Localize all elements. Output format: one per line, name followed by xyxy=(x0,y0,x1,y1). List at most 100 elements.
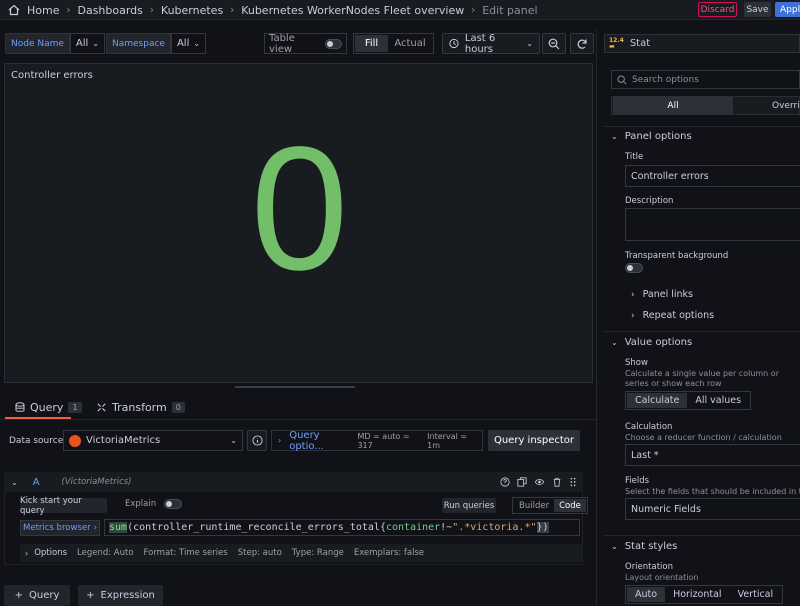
tab-transform[interactable]: Transform 0 xyxy=(96,401,185,414)
chevron-right-icon: › xyxy=(631,289,635,300)
visualization-picker[interactable]: 12.4 ▬ Stat xyxy=(604,34,800,53)
section-title: Panel options xyxy=(624,131,692,142)
panel-links-section[interactable]: › Panel links xyxy=(631,289,693,300)
chevron-right-icon: › xyxy=(149,4,154,16)
expr-label-value: ".*victoria.*" xyxy=(452,522,537,533)
fields-field-label: Fields xyxy=(625,476,650,486)
fill-actual-group: Fill Actual xyxy=(353,33,434,54)
save-button[interactable]: Save xyxy=(744,2,771,17)
repeat-options-section[interactable]: › Repeat options xyxy=(631,310,714,321)
calculation-field-description: Choose a reducer function / calculation xyxy=(625,433,782,442)
tab-overrides[interactable]: Overrides xyxy=(772,97,800,114)
help-circle-icon[interactable] xyxy=(500,477,510,487)
title-input[interactable]: Controller errors xyxy=(625,165,800,187)
kickstart-button[interactable]: Kick start your query xyxy=(20,496,107,516)
expr-function: sum xyxy=(109,522,128,533)
chevron-down-icon: ⌄ xyxy=(611,338,618,347)
builder-mode[interactable]: Builder xyxy=(514,499,554,512)
node-name-select[interactable]: All ⌄ xyxy=(69,33,106,54)
calculation-select[interactable]: Last * xyxy=(625,444,800,466)
orientation-horizontal[interactable]: Horizontal xyxy=(665,587,730,602)
query-ref-id[interactable]: A xyxy=(33,477,40,488)
title-field-label: Title xyxy=(625,152,644,162)
tab-all[interactable]: All xyxy=(613,97,733,114)
orientation-auto[interactable]: Auto xyxy=(627,587,666,602)
breadcrumb-dashboards[interactable]: Dashboards xyxy=(77,4,142,17)
time-picker[interactable]: Last 6 hours ⌄ xyxy=(442,33,540,55)
toggle-switch[interactable] xyxy=(625,263,643,273)
refresh-button[interactable] xyxy=(570,33,594,54)
stat-value: 0 xyxy=(250,111,349,307)
toggle-switch[interactable] xyxy=(164,499,183,509)
calculation-field-label: Calculation xyxy=(625,422,673,432)
query-expression-input[interactable]: sum(controller_runtime_reconcile_errors_… xyxy=(104,519,580,536)
show-field-label: Show xyxy=(625,358,648,368)
options-search-input[interactable]: Search options xyxy=(611,70,800,89)
divider xyxy=(604,331,800,332)
chevron-right-icon: › xyxy=(230,4,235,16)
table-view-toggle[interactable]: Table view xyxy=(264,33,347,55)
options-tabs: All Overrides xyxy=(611,96,800,115)
add-expression-button[interactable]: + Expression xyxy=(78,585,163,606)
select-value: All xyxy=(176,38,190,49)
add-query-button[interactable]: + Query xyxy=(4,585,70,606)
editor-mode-group: Builder Code xyxy=(512,497,588,514)
breadcrumb-dashboard[interactable]: Kubernetes WorkerNodes Fleet overview xyxy=(241,4,464,17)
options-step: Step: auto xyxy=(237,548,282,558)
discard-button[interactable]: Discard xyxy=(698,2,737,17)
calculate-option[interactable]: Calculate xyxy=(627,393,688,408)
query-options-row[interactable]: › Options Legend: Auto Format: Time seri… xyxy=(20,544,582,562)
value-options-header[interactable]: ⌄ Value options xyxy=(611,337,692,348)
duplicate-icon[interactable] xyxy=(517,477,527,487)
stat-styles-header[interactable]: ⌄ Stat styles xyxy=(611,541,677,552)
query-options-bar[interactable]: › Query optio... MD = auto = 317 Interva… xyxy=(271,430,483,452)
code-mode[interactable]: Code xyxy=(554,499,586,512)
apply-button[interactable]: Apply xyxy=(775,2,800,17)
search-icon xyxy=(617,75,627,85)
fields-select[interactable]: Numeric Fields xyxy=(625,498,800,520)
chevron-right-icon: › xyxy=(471,4,476,16)
datasource-select[interactable]: VictoriaMetrics ⌄ xyxy=(63,430,243,451)
stat-viz-icon: 12.4 ▬ xyxy=(609,36,624,50)
options-title: Options xyxy=(34,548,67,558)
breadcrumb-current: Edit panel xyxy=(482,3,538,17)
all-values-option[interactable]: All values xyxy=(687,393,749,408)
explain-toggle[interactable]: Explain xyxy=(125,499,183,509)
collapse-chevron-icon[interactable]: ⌄ xyxy=(11,478,18,487)
panel-title: Controller errors xyxy=(11,70,93,81)
query-inspector-button[interactable]: Query inspector xyxy=(488,430,580,451)
datasource-label: Data source xyxy=(9,436,64,446)
home-icon[interactable] xyxy=(8,4,20,16)
orientation-field-label: Orientation xyxy=(625,562,673,572)
run-queries-button[interactable]: Run queries xyxy=(442,498,496,513)
zoom-out-button[interactable] xyxy=(542,33,566,54)
panel-options-header[interactable]: ⌄ Panel options xyxy=(611,131,692,142)
toggle-switch[interactable] xyxy=(325,38,342,49)
namespace-select[interactable]: All ⌄ xyxy=(170,33,207,54)
datasource-help-button[interactable] xyxy=(247,430,267,451)
drag-handle-icon[interactable] xyxy=(569,477,577,487)
fill-option[interactable]: Fill xyxy=(355,35,388,52)
expr-operator: !~ xyxy=(440,522,453,533)
splitter-handle[interactable] xyxy=(235,386,355,388)
tab-label: Transform xyxy=(112,401,167,414)
breadcrumb-home[interactable]: Home xyxy=(27,4,59,17)
max-data-points-text: MD = auto = 317 xyxy=(357,431,410,450)
info-circle-icon xyxy=(251,435,263,446)
description-textarea[interactable] xyxy=(625,208,800,241)
trash-icon[interactable] xyxy=(552,477,562,487)
orientation-vertical[interactable]: Vertical xyxy=(730,587,782,602)
query-options-label[interactable]: Query optio... xyxy=(289,430,349,452)
orientation-field-description: Layout orientation xyxy=(625,573,699,582)
expr-close: }) xyxy=(536,522,549,533)
metrics-browser-button[interactable]: Metrics browser › xyxy=(20,520,100,536)
tab-query[interactable]: Query 1 xyxy=(15,401,82,414)
variable-node-name: Node Name All ⌄ xyxy=(5,33,106,54)
options-legend: Legend: Auto xyxy=(77,548,134,558)
transparent-toggle[interactable] xyxy=(625,263,643,273)
breadcrumb-folder[interactable]: Kubernetes xyxy=(161,4,223,17)
section-title: Stat styles xyxy=(624,541,678,552)
actual-option[interactable]: Actual xyxy=(388,35,432,52)
add-expression-label: Expression xyxy=(100,590,155,601)
eye-icon[interactable] xyxy=(534,477,545,487)
